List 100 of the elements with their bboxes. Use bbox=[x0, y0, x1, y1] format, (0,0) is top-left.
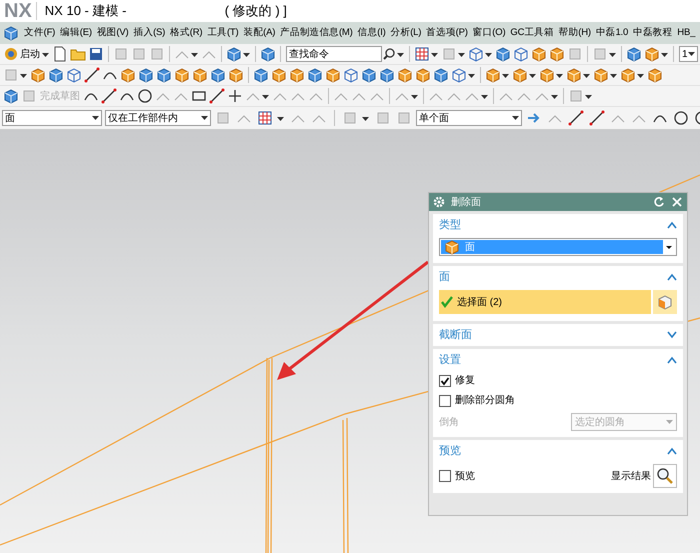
cube-icon[interactable] bbox=[3, 88, 19, 104]
line-icon[interactable] bbox=[209, 88, 225, 104]
cube-icon[interactable] bbox=[361, 67, 377, 83]
cube-icon[interactable] bbox=[289, 67, 305, 83]
grid-icon[interactable] bbox=[414, 46, 430, 62]
collapse-caret-icon[interactable] bbox=[667, 447, 677, 455]
cube-icon[interactable] bbox=[593, 67, 609, 83]
line-icon[interactable] bbox=[101, 88, 117, 104]
menu-item[interactable]: 插入(S) bbox=[132, 26, 166, 40]
wireframe-cube-icon[interactable] bbox=[451, 67, 467, 83]
cube-icon[interactable] bbox=[397, 67, 413, 83]
cube-icon[interactable] bbox=[539, 67, 555, 83]
document-icon[interactable] bbox=[52, 46, 68, 62]
cube-icon[interactable] bbox=[120, 67, 136, 83]
select-face-row[interactable]: 选择面 (2) bbox=[439, 290, 651, 314]
cube-icon[interactable] bbox=[174, 67, 190, 83]
section-heading[interactable]: 类型 bbox=[439, 216, 461, 234]
face-rule-dropdown[interactable]: 单个面 bbox=[416, 110, 522, 126]
cube-icon[interactable] bbox=[138, 67, 154, 83]
wireframe-cube-icon[interactable] bbox=[66, 67, 82, 83]
menu-item[interactable]: 分析(L) bbox=[390, 26, 422, 40]
show-result-button[interactable] bbox=[653, 464, 677, 488]
cube-icon[interactable] bbox=[566, 67, 582, 83]
checkbox-option[interactable]: 删除部分圆角 bbox=[439, 393, 677, 408]
start-button[interactable]: 启动 bbox=[2, 46, 42, 62]
section-heading[interactable]: 设置 bbox=[439, 352, 461, 368]
save-icon[interactable] bbox=[88, 46, 104, 62]
cube-icon[interactable] bbox=[485, 67, 501, 83]
checkbox-option[interactable]: 修复 bbox=[439, 373, 677, 388]
collapse-caret-icon[interactable] bbox=[667, 356, 677, 364]
cube-icon[interactable] bbox=[531, 46, 547, 62]
checkbox-option[interactable]: 预览 bbox=[439, 468, 475, 484]
cube-icon[interactable] bbox=[444, 239, 460, 255]
section-heading[interactable]: 预览 bbox=[439, 442, 461, 460]
wireframe-cube-icon[interactable] bbox=[343, 67, 359, 83]
cube-icon[interactable] bbox=[415, 67, 431, 83]
cube-icon[interactable] bbox=[647, 67, 663, 83]
wireframe-cube-icon[interactable] bbox=[513, 46, 529, 62]
menu-item[interactable]: HB_ bbox=[676, 26, 696, 40]
menu-item[interactable]: 文件(F) bbox=[23, 26, 56, 40]
checkmark-icon[interactable] bbox=[441, 296, 453, 308]
circle-icon[interactable] bbox=[137, 88, 153, 104]
collapse-caret-icon[interactable] bbox=[667, 221, 677, 229]
expand-caret-icon[interactable] bbox=[667, 331, 677, 339]
menu-item[interactable]: 编辑(E) bbox=[59, 26, 93, 40]
cube-icon[interactable] bbox=[325, 67, 341, 83]
scope-dropdown[interactable]: 仅在工作部件内 bbox=[105, 110, 211, 126]
circle-icon[interactable] bbox=[673, 110, 689, 126]
cube-icon[interactable] bbox=[228, 67, 244, 83]
cube-icon[interactable] bbox=[192, 67, 208, 83]
cube-icon[interactable] bbox=[379, 67, 395, 83]
cube-icon[interactable] bbox=[226, 46, 242, 62]
menu-item[interactable]: 窗口(O) bbox=[472, 26, 506, 40]
menu-item[interactable]: 工具(T) bbox=[206, 26, 240, 40]
menu-item[interactable]: 帮助(H) bbox=[558, 26, 592, 40]
cube-icon[interactable] bbox=[620, 67, 636, 83]
checkbox-icon[interactable] bbox=[439, 394, 451, 406]
plus-icon[interactable] bbox=[227, 88, 243, 104]
search-field[interactable]: 查找命令 bbox=[286, 46, 382, 62]
settings-icon[interactable] bbox=[433, 196, 445, 208]
grid-icon[interactable] bbox=[257, 110, 273, 126]
menu-item[interactable]: 中磊1.0 bbox=[594, 26, 630, 40]
menu-item[interactable]: 首选项(P) bbox=[425, 26, 469, 40]
reset-icon[interactable] bbox=[653, 196, 665, 208]
cube-icon[interactable] bbox=[433, 67, 449, 83]
face-selector-button[interactable] bbox=[653, 290, 677, 314]
cube-icon[interactable] bbox=[48, 67, 64, 83]
line-icon[interactable] bbox=[568, 110, 584, 126]
cube-icon[interactable] bbox=[210, 67, 226, 83]
menu-item[interactable]: 装配(A) bbox=[242, 26, 276, 40]
menu-item[interactable]: 视图(V) bbox=[96, 26, 130, 40]
cube-icon[interactable] bbox=[307, 67, 323, 83]
menu-item[interactable]: GC工具箱 bbox=[509, 26, 555, 40]
cube-icon[interactable] bbox=[549, 46, 565, 62]
cube-icon[interactable] bbox=[260, 46, 276, 62]
search-icon[interactable] bbox=[383, 48, 395, 60]
cube-icon[interactable] bbox=[495, 46, 511, 62]
menu-item[interactable]: 格式(R) bbox=[169, 26, 204, 40]
checkbox-icon[interactable] bbox=[439, 470, 451, 482]
cube-icon[interactable] bbox=[512, 67, 528, 83]
type-filter-dropdown[interactable]: 面 bbox=[2, 110, 102, 126]
menu-item[interactable]: 产品制造信息(M) bbox=[279, 26, 354, 40]
cube-icon[interactable] bbox=[644, 46, 660, 62]
cube-icon[interactable] bbox=[3, 25, 19, 41]
menu-item[interactable]: 中磊教程 bbox=[632, 26, 674, 40]
close-icon[interactable] bbox=[671, 196, 683, 208]
cube-icon[interactable] bbox=[271, 67, 287, 83]
menu-item[interactable]: 信息(I) bbox=[356, 26, 387, 40]
checkbox-icon[interactable] bbox=[439, 374, 451, 386]
cube-icon[interactable] bbox=[253, 67, 269, 83]
wireframe-cube-icon[interactable] bbox=[468, 46, 484, 62]
section-heading[interactable]: 面 bbox=[439, 268, 450, 286]
line-icon[interactable] bbox=[84, 67, 100, 83]
section-heading[interactable]: 截断面 bbox=[439, 326, 472, 344]
cube-icon[interactable] bbox=[30, 67, 46, 83]
cube-icon[interactable] bbox=[626, 46, 642, 62]
line-icon[interactable] bbox=[589, 110, 605, 126]
layer-dropdown[interactable]: 1 bbox=[679, 46, 698, 62]
collapse-caret-icon[interactable] bbox=[667, 273, 677, 281]
cube-icon[interactable] bbox=[156, 67, 172, 83]
